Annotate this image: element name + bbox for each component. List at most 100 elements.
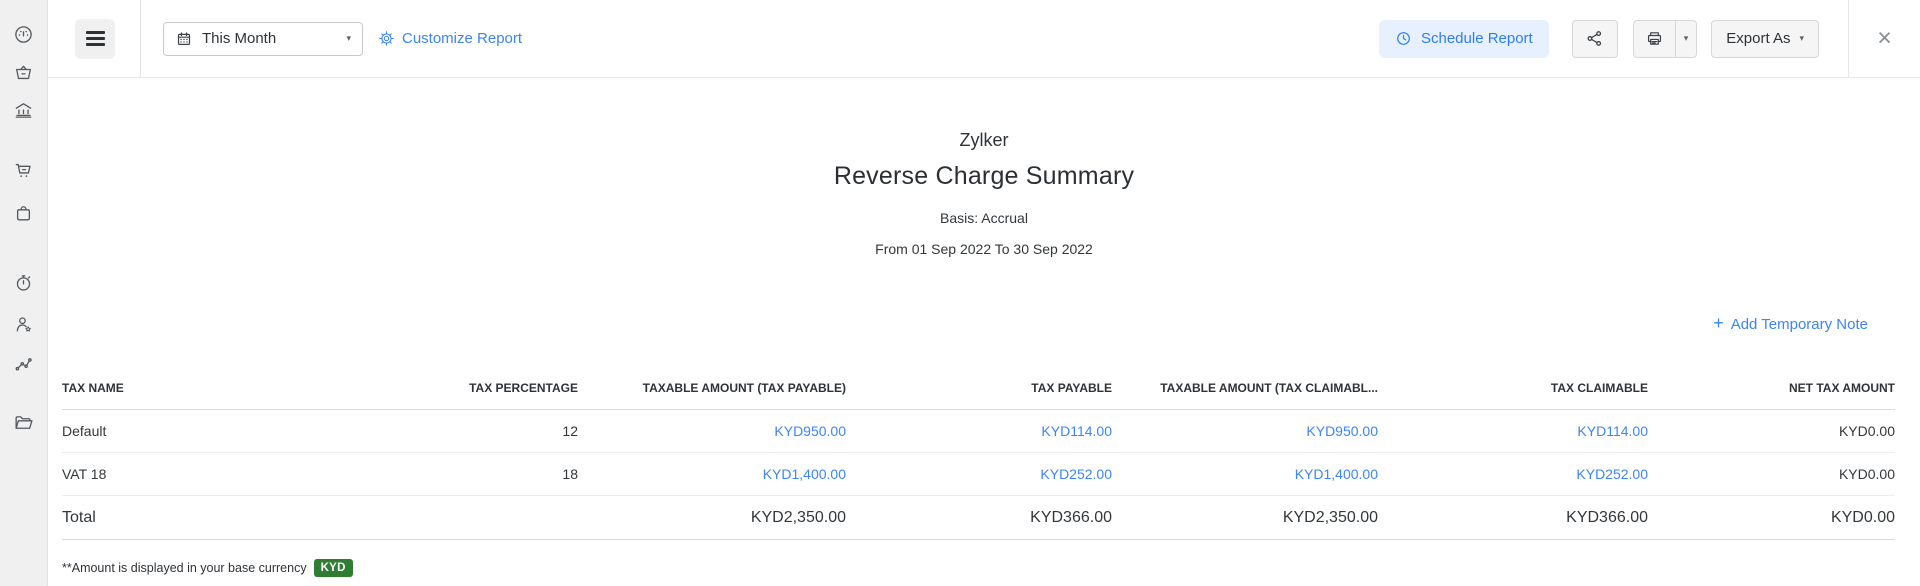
sidebar-item-items[interactable]: [10, 58, 38, 86]
nav-sidebar: [0, 0, 48, 586]
total-value: [312, 495, 578, 540]
print-button[interactable]: [1634, 21, 1675, 57]
table-cell: Default: [62, 409, 312, 453]
print-button-group: ▾: [1632, 19, 1698, 58]
amount-drilldown-link[interactable]: KYD252.00: [1040, 466, 1112, 482]
table-header-row: TAX NAME TAX PERCENTAGE TAXABLE AMOUNT (TA…: [62, 361, 1895, 410]
total-label: Total: [62, 495, 312, 540]
currency-footnote: **Amount is displayed in your base curre…: [62, 559, 1920, 577]
close-report-button[interactable]: ×: [1849, 26, 1920, 51]
table-cell: VAT 18: [62, 452, 312, 496]
add-note-row: + Add Temporary Note: [48, 313, 1868, 335]
amount-drilldown-link[interactable]: KYD1,400.00: [1295, 466, 1378, 482]
table-row: VAT 18 18 KYD1,400.00 KYD252.00 KYD1,400.00 K…: [62, 452, 1895, 496]
person-star-icon: [16, 316, 31, 332]
table-cell: 18: [312, 452, 578, 496]
sidebar-item-documents[interactable]: [10, 408, 38, 436]
column-header: TAX CLAIMABLE: [1378, 361, 1648, 410]
currency-badge: KYD: [313, 559, 353, 577]
timer-icon: [16, 274, 31, 291]
share-icon: [1587, 31, 1602, 46]
export-as-button[interactable]: Export As ▾: [1711, 19, 1819, 58]
chevron-down-icon: ▾: [1683, 33, 1689, 43]
report-title: Reverse Charge Summary: [833, 162, 1135, 190]
table-cell: KYD1,400.00: [578, 452, 846, 496]
table-cell: KYD114.00: [1378, 409, 1648, 453]
clock-icon: [1397, 32, 1410, 45]
report-page: This Month ▾ Customize Report Schedule R…: [48, 0, 1920, 586]
currency-footnote-text: **Amount is displayed in your base curre…: [62, 561, 307, 575]
cart-icon: [15, 163, 31, 177]
column-header: TAX NAME: [62, 361, 312, 410]
sidebar-item-accountant[interactable]: [10, 310, 38, 338]
plus-icon: +: [1713, 313, 1724, 333]
bank-icon: [15, 102, 32, 118]
amount-drilldown-link[interactable]: KYD950.00: [774, 423, 846, 439]
amount-drilldown-link[interactable]: KYD114.00: [1577, 423, 1648, 439]
total-value: KYD366.00: [846, 495, 1112, 540]
amount-drilldown-link[interactable]: KYD252.00: [1576, 466, 1648, 482]
basket-icon: [16, 65, 31, 79]
toolbar-divider: [140, 0, 141, 77]
toggle-sidebar-button[interactable]: [75, 18, 115, 59]
add-temporary-note-link[interactable]: + Add Temporary Note: [1713, 313, 1868, 333]
table-cell: KYD252.00: [846, 452, 1112, 496]
table-cell: KYD950.00: [1112, 409, 1378, 453]
table-cell: KYD950.00: [578, 409, 846, 453]
gauge-icon: [15, 25, 32, 43]
amount-drilldown-link[interactable]: KYD114.00: [1041, 423, 1112, 439]
report-basis: Basis: Accrual: [940, 210, 1028, 226]
org-name: Zylker: [959, 130, 1009, 150]
app-window: This Month ▾ Customize Report Schedule R…: [0, 0, 1920, 586]
sidebar-item-reports[interactable]: [10, 350, 38, 378]
amount-drilldown-link[interactable]: KYD950.00: [1306, 423, 1378, 439]
trend-chart-icon: [15, 357, 32, 370]
column-header: TAX PAYABLE: [846, 361, 1112, 410]
sidebar-item-dashboard[interactable]: [10, 20, 38, 48]
table-cell: KYD252.00: [1378, 452, 1648, 496]
table-row: Default 12 KYD950.00 KYD114.00 KYD950.00 KYD1…: [62, 409, 1895, 453]
table-cell: KYD114.00: [846, 409, 1112, 453]
calendar-icon: [177, 31, 191, 45]
total-value: KYD2,350.00: [578, 495, 846, 540]
sidebar-item-sales[interactable]: [10, 156, 38, 184]
column-header: TAXABLE AMOUNT (TAX CLAIMABL...: [1112, 361, 1378, 410]
schedule-report-label: Schedule Report: [1420, 30, 1533, 47]
table-cell: 12: [312, 409, 578, 453]
table-cell: KYD0.00: [1648, 452, 1895, 496]
total-value: KYD2,350.00: [1112, 495, 1378, 540]
export-as-label: Export As: [1726, 30, 1791, 47]
table-cell: KYD0.00: [1648, 409, 1895, 453]
amount-drilldown-link[interactable]: KYD1,400.00: [763, 466, 846, 482]
column-header: TAXABLE AMOUNT (TAX PAYABLE): [578, 361, 846, 410]
column-header: NET TAX AMOUNT: [1648, 361, 1895, 410]
add-temporary-note-label: Add Temporary Note: [1730, 315, 1868, 333]
sidebar-item-purchases[interactable]: [10, 199, 38, 227]
close-icon: ×: [1877, 24, 1892, 52]
gear-icon: [379, 31, 394, 46]
report-toolbar: This Month ▾ Customize Report Schedule R…: [48, 0, 1920, 78]
printer-icon: [1647, 32, 1661, 45]
hamburger-icon: [85, 31, 105, 34]
column-header: TAX PERCENTAGE: [312, 361, 578, 410]
chevron-down-icon: ▾: [346, 33, 351, 43]
folder-icon: [15, 415, 33, 429]
print-options-caret[interactable]: ▾: [1674, 20, 1697, 57]
date-range-select[interactable]: This Month ▾: [163, 21, 363, 56]
sidebar-item-time-tracking[interactable]: [10, 268, 38, 296]
schedule-report-button[interactable]: Schedule Report: [1378, 19, 1549, 58]
report-title-block: Zylker Reverse Charge Summary Basis: Acc…: [48, 130, 1920, 257]
chevron-down-icon: ▾: [1799, 33, 1804, 43]
total-value: KYD0.00: [1648, 495, 1895, 540]
report-body: Zylker Reverse Charge Summary Basis: Acc…: [48, 78, 1920, 586]
date-range-value: This Month: [202, 30, 277, 47]
reverse-charge-summary-table: TAX NAME TAX PERCENTAGE TAXABLE AMOUNT (TA…: [62, 361, 1895, 540]
share-button[interactable]: [1571, 19, 1618, 58]
total-value: KYD366.00: [1378, 495, 1648, 540]
customize-report-link[interactable]: Customize Report: [378, 30, 522, 47]
shopping-bag-icon: [16, 205, 31, 220]
customize-report-label: Customize Report: [402, 30, 523, 47]
table-total-row: Total KYD2,350.00 KYD366.00 KYD2,350.00 KYD3…: [62, 495, 1895, 540]
report-date-range: From 01 Sep 2022 To 30 Sep 2022: [875, 241, 1093, 257]
sidebar-item-banking[interactable]: [10, 96, 38, 124]
